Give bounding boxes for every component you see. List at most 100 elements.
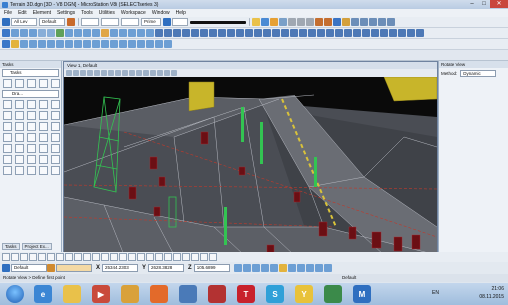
extend-icon[interactable] — [39, 133, 48, 142]
lock-icon[interactable] — [11, 40, 19, 48]
view-tool-icon[interactable] — [74, 253, 82, 261]
place-arc-icon[interactable] — [20, 29, 28, 37]
view-icon[interactable] — [378, 18, 386, 26]
maximize-button[interactable]: □ — [478, 0, 490, 8]
accudraw-tool-icon[interactable] — [323, 264, 332, 272]
accudraw-tool-icon[interactable] — [296, 264, 305, 272]
chamfer-icon[interactable] — [245, 29, 253, 37]
style-dropdown[interactable]: Default — [39, 18, 65, 26]
delete-icon[interactable] — [51, 79, 60, 88]
view-tool-icon[interactable] — [200, 253, 208, 261]
accudraw-tool-icon[interactable] — [287, 264, 296, 272]
method-dropdown[interactable]: Dynamic — [460, 70, 497, 77]
help-icon[interactable] — [333, 18, 341, 26]
undo-icon[interactable] — [315, 18, 323, 26]
view-icon[interactable] — [351, 18, 359, 26]
skype-icon[interactable]: S — [266, 285, 284, 303]
view-tool-icon[interactable] — [2, 253, 10, 261]
save-icon[interactable] — [261, 18, 269, 26]
convert-icon[interactable] — [281, 29, 289, 37]
place-block-icon[interactable] — [29, 40, 37, 48]
view-tool-icon[interactable] — [119, 253, 127, 261]
open-file-icon[interactable] — [252, 18, 260, 26]
view-tool-icon[interactable] — [56, 253, 64, 261]
fillet-icon[interactable] — [236, 29, 244, 37]
text-editor-icon[interactable]: T — [237, 285, 255, 303]
place-line-icon[interactable] — [119, 40, 127, 48]
copy-element-icon[interactable] — [65, 29, 73, 37]
block-icon[interactable] — [3, 111, 12, 120]
pattern-icon[interactable] — [137, 29, 145, 37]
shape-icon[interactable] — [15, 111, 24, 120]
menu-utilities[interactable]: Utilities — [99, 10, 115, 16]
cell-icon[interactable] — [128, 29, 136, 37]
loft-icon[interactable] — [335, 29, 343, 37]
view-icon[interactable] — [369, 18, 377, 26]
chamfer-icon[interactable] — [15, 144, 24, 153]
cut-solid-icon[interactable] — [263, 29, 271, 37]
system-clock[interactable]: 21:06 08.11.2015 — [479, 285, 504, 301]
place-arc-icon[interactable] — [110, 40, 118, 48]
shell-icon[interactable] — [254, 29, 262, 37]
place-polygon-icon[interactable] — [47, 40, 55, 48]
render-icon[interactable] — [157, 70, 163, 76]
solids-icon[interactable] — [155, 29, 163, 37]
drop-icon[interactable] — [39, 144, 48, 153]
view-previous-icon[interactable] — [129, 70, 135, 76]
walk-icon[interactable] — [171, 70, 177, 76]
view-tool-icon[interactable] — [29, 253, 37, 261]
element-selection-icon[interactable] — [15, 79, 24, 88]
linestyle-dropdown[interactable] — [101, 18, 119, 26]
view-tool-icon[interactable] — [146, 253, 154, 261]
view-tool-icon[interactable] — [65, 253, 73, 261]
view-tool-icon[interactable] — [83, 253, 91, 261]
snap-selector[interactable] — [56, 264, 92, 272]
menu-tools[interactable]: Tools — [81, 10, 93, 16]
accudraw-tool-icon[interactable] — [242, 264, 251, 272]
window-area-icon[interactable] — [101, 70, 107, 76]
unite-icon[interactable] — [398, 29, 406, 37]
close-button[interactable]: ✕ — [490, 0, 508, 8]
arc-icon[interactable] — [27, 100, 36, 109]
place-ellipse-icon[interactable] — [56, 40, 64, 48]
extrude-icon[interactable] — [209, 29, 217, 37]
place-circle-icon[interactable] — [29, 29, 37, 37]
note-icon[interactable] — [51, 155, 60, 164]
power-selector-icon[interactable] — [27, 79, 36, 88]
view-tool-icon[interactable] — [128, 253, 136, 261]
view-tool-icon[interactable] — [191, 253, 199, 261]
offset-icon[interactable] — [15, 133, 24, 142]
smartline-icon[interactable] — [3, 100, 12, 109]
text-icon[interactable] — [110, 29, 118, 37]
explorer-icon[interactable] — [63, 285, 81, 303]
rotate-element-icon[interactable] — [83, 29, 91, 37]
view-tool-icon[interactable] — [20, 253, 28, 261]
align-icon[interactable] — [290, 29, 298, 37]
accudraw-tool-icon[interactable] — [233, 264, 242, 272]
trim-icon[interactable] — [27, 133, 36, 142]
color-dropdown[interactable] — [81, 18, 99, 26]
scale-icon[interactable] — [39, 122, 48, 131]
menu-workspace[interactable]: Workspace — [121, 10, 146, 16]
copy-icon[interactable] — [15, 122, 24, 131]
place-tag-icon[interactable] — [155, 40, 163, 48]
group-icon[interactable] — [101, 29, 109, 37]
priority-dropdown[interactable] — [172, 18, 188, 26]
accudraw-tool-icon[interactable] — [260, 264, 269, 272]
hatch-icon[interactable] — [3, 155, 12, 164]
view-tool-icon[interactable] — [38, 253, 46, 261]
line-icon[interactable] — [15, 100, 24, 109]
place-text-icon[interactable] — [128, 40, 136, 48]
scale-element-icon[interactable] — [92, 29, 100, 37]
place-point-icon[interactable] — [65, 40, 73, 48]
chrome-icon[interactable] — [121, 285, 139, 303]
accudraw-tool-icon[interactable] — [314, 264, 323, 272]
revolve-icon[interactable] — [218, 29, 226, 37]
join-icon[interactable] — [27, 144, 36, 153]
feature-icon[interactable] — [182, 29, 190, 37]
menu-settings[interactable]: Settings — [57, 10, 75, 16]
point-icon[interactable] — [51, 111, 60, 120]
fit-view-icon[interactable] — [108, 70, 114, 76]
microstation-taskbar-icon[interactable]: M — [353, 285, 371, 303]
3d-viewport[interactable] — [64, 77, 437, 255]
